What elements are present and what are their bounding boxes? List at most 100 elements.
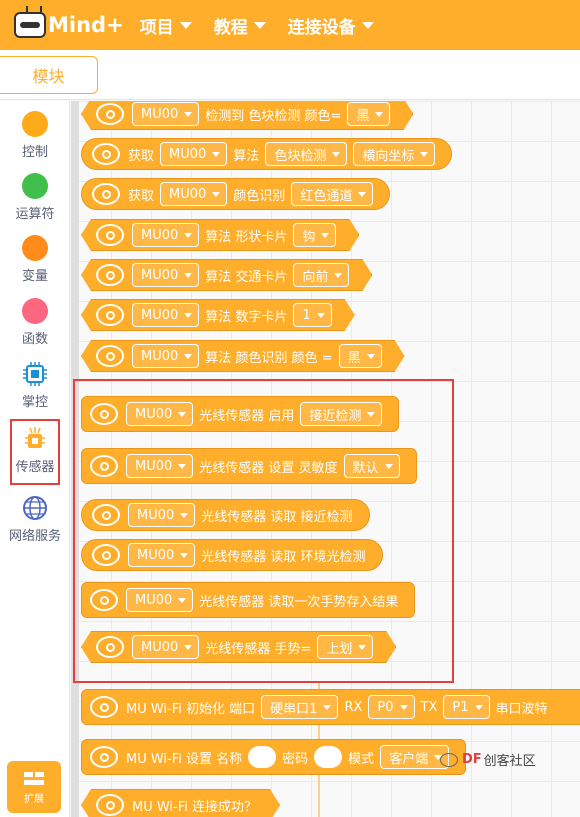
chip-icon	[22, 361, 48, 387]
device-dropdown[interactable]: MU00	[132, 344, 199, 368]
channel-dropdown[interactable]: 红色通道	[291, 182, 374, 206]
block-get-algorithm[interactable]: 获取 MU00 算法 色块检测 横向坐标	[81, 138, 453, 170]
algorithm-dropdown[interactable]: 色块检测	[265, 142, 348, 166]
sensitivity-dropdown[interactable]: 默认	[343, 454, 400, 478]
shape-dropdown[interactable]: 钩	[293, 223, 336, 247]
block-get-color[interactable]: 获取 MU00 颜色识别 红色通道	[81, 178, 391, 210]
block-shape-card[interactable]: MU00 算法 形状卡片 钩	[81, 219, 359, 251]
menu-project[interactable]: 项目	[140, 13, 192, 38]
block-light-read-proximity[interactable]: MU00 光线传感器 读取 接近检测	[81, 499, 370, 531]
block-wifi-settings[interactable]: MU Wi-Fi 设置 名称 密码 模式 客户端	[81, 739, 467, 775]
color-dropdown[interactable]: 黑	[339, 344, 382, 368]
extension-button[interactable]: 扩展	[7, 761, 61, 813]
device-dropdown[interactable]: MU00	[160, 142, 228, 166]
category-variables[interactable]: 变量	[0, 235, 70, 284]
device-dropdown[interactable]: MU00	[126, 588, 194, 612]
block-wifi-init[interactable]: MU Wi-Fi 初始化 端口 硬串口1 RX P0 TX P1 串口波特	[81, 689, 580, 725]
caret-down-icon	[179, 21, 192, 29]
block-light-read-gesture[interactable]: MU00 光线传感器 读取一次手势存入结果	[81, 582, 416, 618]
block-light-gesture-equals[interactable]: MU00 光线传感器 手势= 上划	[81, 631, 396, 663]
block-color-detect[interactable]: MU00 检测到 色块检测 颜色= 黑	[81, 101, 413, 130]
caret-down-icon	[361, 21, 374, 29]
tx-dropdown[interactable]: P1	[443, 695, 490, 719]
eye-icon	[92, 544, 120, 566]
extension-label: 扩展	[24, 793, 44, 805]
mode-dropdown[interactable]: 客户端	[380, 745, 450, 769]
device-dropdown[interactable]: MU00	[132, 223, 199, 247]
coordinate-dropdown[interactable]: 横向坐标	[353, 142, 436, 166]
block-text: 光线传感器 手势=	[205, 641, 312, 657]
eye-icon	[92, 143, 120, 165]
category-label: 网络服务	[8, 529, 61, 544]
wechat-icon	[440, 752, 458, 767]
top-menu-bar: Mind+ 项目 教程 连接设备	[0, 0, 580, 50]
device-dropdown[interactable]: MU00	[160, 182, 228, 206]
eye-icon	[90, 746, 118, 768]
device-dropdown[interactable]: MU00	[128, 503, 196, 527]
device-dropdown[interactable]: MU00	[132, 635, 199, 659]
device-dropdown[interactable]: MU00	[126, 402, 194, 426]
category-functions[interactable]: 函数	[0, 298, 70, 347]
category-label: 运算符	[15, 207, 55, 222]
menu-connect-label: 连接设备	[287, 17, 356, 38]
extension-icon	[24, 771, 44, 785]
device-dropdown[interactable]: MU00	[128, 543, 196, 567]
password-input[interactable]	[314, 746, 343, 768]
watermark-text: 创客社区	[483, 754, 536, 769]
menu-connect-device[interactable]: 连接设备	[288, 13, 374, 38]
watermark-df: DF	[462, 752, 482, 767]
eye-icon	[90, 589, 118, 611]
device-dropdown[interactable]: MU00	[132, 263, 199, 287]
block-text: 颜色识别	[233, 188, 286, 204]
block-color-recognition[interactable]: MU00 算法 颜色识别 颜色 = 黑	[81, 340, 405, 372]
block-text: 算法 颜色识别 颜色 =	[205, 350, 333, 366]
block-text: 光线传感器 设置 灵敏度	[199, 460, 338, 476]
category-controller[interactable]: 掌控	[0, 361, 70, 410]
block-wifi-connected[interactable]: MU Wi-Fi 连接成功？	[81, 789, 280, 817]
block-text: 串口波特	[495, 701, 548, 717]
block-light-read-ambient[interactable]: MU00 光线传感器 读取 环境光检测	[81, 539, 383, 571]
block-text: 光线传感器 读取一次手势存入结果	[199, 594, 399, 610]
block-traffic-card[interactable]: MU00 算法 交通卡片 向前	[81, 259, 372, 291]
device-dropdown[interactable]: MU00	[132, 102, 199, 126]
traffic-dropdown[interactable]: 向前	[293, 263, 349, 287]
menu-project-label: 项目	[139, 17, 174, 38]
watermark: DF 创客社区	[440, 750, 536, 769]
operators-dot-icon	[22, 173, 48, 199]
eye-icon	[92, 504, 120, 526]
menu-tutorial[interactable]: 教程	[214, 13, 266, 38]
block-number-card[interactable]: MU00 算法 数字卡片 1	[81, 299, 355, 331]
functions-dot-icon	[22, 298, 48, 324]
number-dropdown[interactable]: 1	[293, 303, 331, 327]
category-label: 掌控	[21, 395, 48, 410]
category-label: 变量	[21, 269, 48, 284]
category-control[interactable]: 控制	[0, 111, 70, 160]
eye-icon	[92, 183, 120, 205]
control-dot-icon	[22, 111, 48, 137]
category-label: 函数	[21, 332, 48, 347]
mode-dropdown[interactable]: 接近检测	[300, 402, 383, 426]
block-light-enable[interactable]: MU00 光线传感器 启用 接近检测	[81, 396, 400, 432]
block-text: 密码	[282, 751, 309, 767]
eye-icon	[96, 636, 124, 658]
block-text: MU Wi-Fi 连接成功？	[132, 799, 258, 815]
color-dropdown[interactable]: 黑	[347, 102, 390, 126]
device-dropdown[interactable]: MU00	[132, 303, 199, 327]
block-text: 算法 数字卡片	[205, 309, 288, 325]
block-text: 光线传感器 读取 环境光检测	[201, 549, 366, 565]
category-operators[interactable]: 运算符	[0, 173, 70, 222]
block-palette: MU00 检测到 色块检测 颜色= 黑 获取 MU00 算法 色块检测 横向坐标…	[71, 101, 580, 817]
port-dropdown[interactable]: 硬串口1	[261, 695, 339, 719]
name-input[interactable]	[248, 746, 277, 768]
rx-dropdown[interactable]: P0	[368, 695, 415, 719]
eye-icon	[96, 794, 124, 816]
device-dropdown[interactable]: MU00	[126, 454, 194, 478]
tab-modules[interactable]: 模块	[0, 56, 98, 94]
block-light-sensitivity[interactable]: MU00 光线传感器 设置 灵敏度 默认	[81, 448, 417, 484]
menu-tutorial-label: 教程	[213, 17, 248, 38]
gesture-dropdown[interactable]: 上划	[317, 635, 373, 659]
block-text: 光线传感器 读取 接近检测	[201, 509, 353, 525]
category-sidebar: 控制 运算符 变量 函数 掌控 传感器 网络服务 扩展	[0, 101, 70, 817]
block-text: 模式	[348, 751, 375, 767]
category-network[interactable]: 网络服务	[0, 495, 70, 544]
